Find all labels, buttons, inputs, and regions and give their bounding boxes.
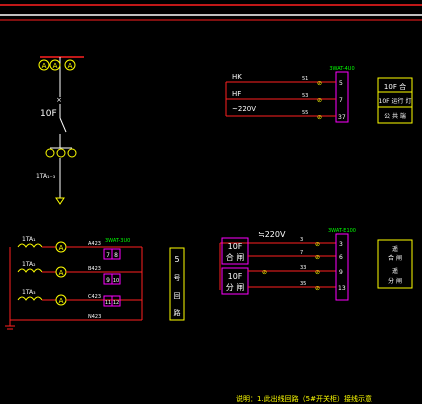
- terminal-block-top-title: 3WAT-4U0: [329, 66, 354, 72]
- svg-text:⊘: ⊘: [262, 269, 267, 276]
- wire-n423: N423: [88, 314, 101, 320]
- svg-text:9: 9: [339, 269, 343, 276]
- side-label-2: 号: [174, 274, 181, 282]
- ct-block-title: 3WAT-3U0: [105, 238, 130, 244]
- svg-text:⊘: ⊘: [315, 269, 320, 276]
- svg-text:遥: 遥: [392, 267, 398, 275]
- svg-text:10F: 10F: [228, 272, 243, 281]
- terminal-arrow-3: ⊘: [317, 114, 322, 121]
- switch-mark: ×: [56, 96, 62, 104]
- terminal-number-1: 5: [339, 80, 343, 87]
- feeder-meter-1-label: A: [42, 62, 47, 70]
- svg-text:12: 12: [113, 300, 119, 306]
- svg-text:⊘: ⊘: [315, 241, 320, 248]
- feeder-meter-2-label: A: [53, 62, 58, 70]
- bottom-wire-number-1: 3: [300, 237, 303, 243]
- ct-phase-a-label: 1TA₁: [22, 236, 36, 243]
- svg-text:⊘: ⊘: [315, 254, 320, 261]
- svg-text:合 闸: 合 闸: [226, 252, 245, 262]
- ct-meter-c-label: A: [59, 297, 64, 305]
- bottom-wire-number-3: 33: [300, 265, 306, 271]
- legend-top-3: 公 共 端: [384, 112, 406, 120]
- ct-phase-b-label: 1TA₂: [22, 261, 36, 268]
- wire-number-2: 53: [302, 93, 308, 99]
- wire-b423: B423: [88, 266, 101, 272]
- svg-text:分 闸: 分 闸: [226, 283, 245, 292]
- wire-c423: C423: [88, 294, 101, 300]
- terminal-number-3: 37: [338, 114, 346, 121]
- wire-label-ac: ~220V: [232, 105, 256, 113]
- side-label-4: 路: [174, 308, 181, 317]
- legend-top-1: 10F 合: [384, 82, 406, 91]
- svg-text:分 闸: 分 闸: [388, 277, 402, 285]
- ct-meter-a-label: A: [59, 244, 64, 252]
- breaker-label: 10F: [40, 109, 57, 119]
- svg-text:合 闸: 合 闸: [388, 254, 402, 262]
- svg-text:8: 8: [114, 252, 118, 259]
- wire-number-1: 51: [302, 76, 308, 82]
- bottom-wire-number-2: 7: [300, 250, 303, 256]
- svg-text:9: 9: [106, 277, 110, 284]
- legend-top-2: 10F 运行 灯: [379, 97, 412, 105]
- feeder-meter-3-label: A: [68, 62, 73, 70]
- svg-text:11: 11: [105, 300, 111, 306]
- svg-text:遥: 遥: [392, 245, 398, 253]
- terminal-number-2: 7: [339, 97, 343, 104]
- background: [0, 0, 422, 404]
- svg-text:⊘: ⊘: [315, 285, 320, 292]
- svg-text:10F: 10F: [228, 242, 243, 251]
- footer-note: 说明：1.此出线回路（5#开关柜）接线示意: [236, 394, 372, 403]
- svg-text:7: 7: [106, 252, 110, 259]
- ct-phase-c-label: 1TA₃: [22, 289, 36, 296]
- wire-number-3: 55: [302, 110, 308, 116]
- terminal-arrow-2: ⊘: [317, 97, 322, 104]
- ct-label: 1TA₁₋₃: [36, 173, 56, 180]
- wire-label-hk: HK: [232, 73, 242, 81]
- ct-meter-b-label: A: [59, 269, 64, 277]
- terminal-arrow-1: ⊘: [317, 80, 322, 87]
- electrical-schematic: A A A × 10F 1TA₁₋₃ 3WAT-4U0 HK HF ~220V …: [0, 0, 422, 404]
- wire-label-hf: HF: [232, 90, 241, 98]
- terminal-block-bottom-title: 3WAT-E100: [328, 228, 356, 234]
- svg-text:10: 10: [113, 278, 119, 284]
- bottom-wire-number-4: 35: [300, 281, 306, 287]
- supply-label: ≒220V: [258, 230, 286, 239]
- svg-text:13: 13: [338, 285, 346, 292]
- side-label-3: 回: [174, 292, 181, 300]
- svg-text:6: 6: [339, 254, 343, 261]
- side-label-1: 5: [174, 255, 179, 264]
- svg-text:3: 3: [339, 241, 343, 248]
- wire-a423: A423: [88, 241, 101, 247]
